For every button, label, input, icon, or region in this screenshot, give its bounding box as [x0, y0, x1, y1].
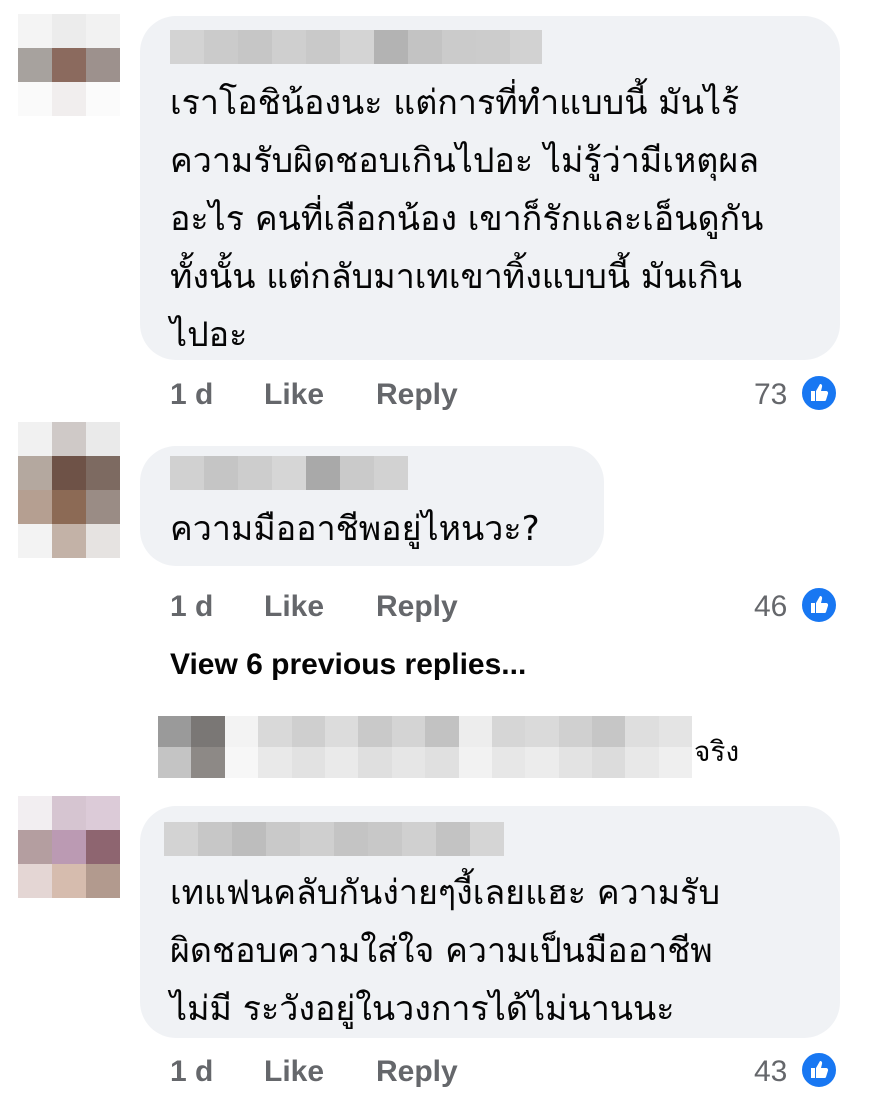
reply-button[interactable]: Reply — [376, 378, 458, 412]
avatar[interactable] — [18, 422, 120, 558]
comment-timestamp[interactable]: 1 d — [170, 378, 213, 412]
reaction-count[interactable]: 73 — [754, 378, 787, 412]
reply-preview-text: จริง — [694, 735, 740, 768]
like-reaction-icon[interactable] — [800, 374, 838, 412]
like-reaction-icon[interactable] — [800, 1051, 838, 1089]
comment-text: ความมืออาชีพอยู่ไหนวะ? — [170, 509, 540, 549]
like-button[interactable]: Like — [264, 378, 324, 412]
avatar[interactable] — [18, 796, 120, 898]
comment-text: เราโอชิน้องนะ แต่การที่ทำแบบนี้ มันไร้ ค… — [170, 83, 764, 355]
reaction-count[interactable]: 43 — [754, 1055, 787, 1089]
avatar[interactable] — [18, 14, 120, 116]
reply-preview-blurred[interactable] — [158, 716, 693, 778]
comment-timestamp[interactable]: 1 d — [170, 1055, 213, 1089]
reply-button[interactable]: Reply — [376, 590, 458, 624]
reaction-count[interactable]: 46 — [754, 590, 787, 624]
reply-button[interactable]: Reply — [376, 1055, 458, 1089]
comment-text: เทแฟนคลับกันง่ายๆงี้เลยแฮะ ความรับ ผิดชอ… — [170, 873, 721, 1029]
author-name-blurred[interactable] — [164, 822, 504, 856]
author-name-blurred[interactable] — [170, 30, 542, 64]
like-button[interactable]: Like — [264, 590, 324, 624]
like-reaction-icon[interactable] — [800, 586, 838, 624]
view-previous-replies-link[interactable]: View 6 previous replies... — [170, 648, 526, 682]
comment-timestamp[interactable]: 1 d — [170, 590, 213, 624]
like-button[interactable]: Like — [264, 1055, 324, 1089]
author-name-blurred[interactable] — [170, 456, 408, 490]
